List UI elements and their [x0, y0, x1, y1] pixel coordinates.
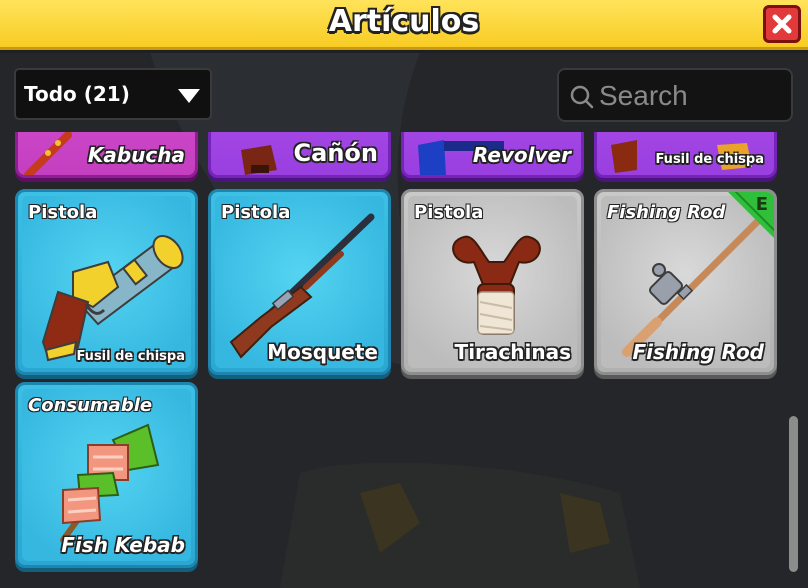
item-name: Tirachinas: [454, 340, 571, 364]
item-category: Pistola: [221, 202, 291, 223]
scrollbar-thumb[interactable]: [789, 416, 798, 572]
item-name: Fusil de chispa: [76, 349, 185, 364]
item-name: Mosquete: [267, 340, 378, 364]
item-category: Pistola: [28, 202, 98, 223]
filter-dropdown[interactable]: Todo (21): [14, 68, 212, 120]
item-card-fishing-rod[interactable]: E Fishing Rod Fishing Rod: [594, 189, 777, 375]
search-box[interactable]: [557, 68, 793, 122]
item-card-revolver[interactable]: Revolver: [401, 132, 584, 178]
item-card-tirachinas[interactable]: Pistola Tirachinas: [401, 189, 584, 375]
item-card-mosquete[interactable]: Pistola Mosquete: [208, 189, 391, 375]
item-category: Fishing Rod: [607, 202, 726, 223]
item-category: Consumable: [28, 395, 153, 416]
item-card-fusil-purple[interactable]: Fusil de chispa: [594, 132, 777, 178]
filter-selected-label: Todo (21): [24, 82, 130, 106]
item-name: Revolver: [472, 143, 571, 167]
item-card-kabucha[interactable]: Kabucha: [15, 132, 198, 178]
title-bar: Artículos: [0, 0, 808, 50]
item-name: Fishing Rod: [632, 340, 765, 364]
equipped-badge: [728, 192, 774, 238]
item-name: Fusil de chispa: [655, 152, 764, 167]
item-name: Cañón: [293, 139, 378, 167]
chevron-down-icon: [178, 89, 200, 103]
window-title: Artículos: [328, 4, 480, 39]
equipped-label: E: [755, 194, 768, 215]
close-icon: [772, 14, 792, 34]
item-grid: Kabucha Cañón Revolver Fusil de chispa P…: [0, 132, 790, 588]
item-category: Pistola: [414, 202, 484, 223]
item-name: Kabucha: [87, 143, 185, 167]
search-icon: [570, 85, 594, 109]
item-card-fusil-de-chispa[interactable]: Pistola Fusil de chispa: [15, 189, 198, 375]
item-card-fish-kebab[interactable]: Consumable Fish Kebab: [15, 382, 198, 568]
item-name: Fish Kebab: [61, 533, 185, 557]
item-card-canon[interactable]: Cañón: [208, 132, 391, 178]
close-button[interactable]: [763, 5, 801, 43]
search-input[interactable]: [599, 78, 787, 114]
